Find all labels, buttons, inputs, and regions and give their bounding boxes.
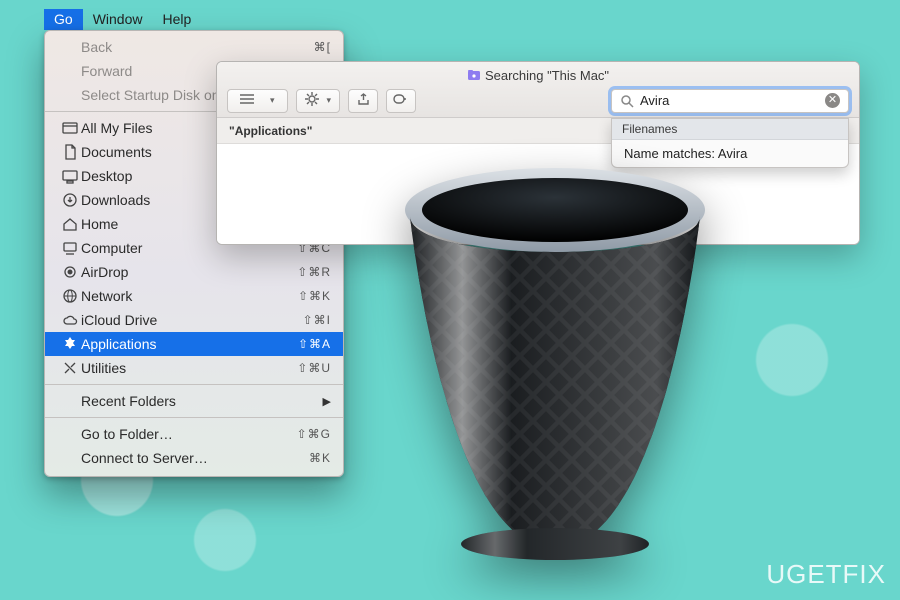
clear-search-button[interactable]: ✕ <box>825 93 840 108</box>
search-input[interactable] <box>640 93 825 108</box>
menu-item-recent-folders[interactable]: Recent Folders ▶ <box>45 389 343 413</box>
network-icon <box>59 288 81 304</box>
search-suggestions: Filenames Name matches: Avira <box>611 118 849 168</box>
menu-item-connect-to-server[interactable]: Connect to Server… ⌘K <box>45 446 343 470</box>
menu-label: Connect to Server… <box>81 450 283 466</box>
share-button[interactable] <box>348 89 378 113</box>
menu-label: Utilities <box>81 360 283 376</box>
menubar: Go Window Help <box>44 8 201 30</box>
search-field[interactable]: ✕ <box>611 89 849 113</box>
finder-window: Searching "This Mac" ▾ ▾ <box>216 61 860 245</box>
shortcut: ⇧⌘A <box>283 337 331 351</box>
documents-icon <box>59 144 81 160</box>
shortcut: ⇧⌘I <box>283 313 331 327</box>
tag-icon <box>393 93 409 108</box>
shortcut: ⇧⌘G <box>283 427 331 441</box>
menu-item-utilities[interactable]: Utilities ⇧⌘U <box>45 356 343 380</box>
chevron-down-icon: ▾ <box>266 95 279 106</box>
menu-item-network[interactable]: Network ⇧⌘K <box>45 284 343 308</box>
menu-go[interactable]: Go <box>44 9 83 30</box>
menu-window[interactable]: Window <box>83 9 153 30</box>
shortcut: ⇧⌘R <box>283 265 331 279</box>
view-mode-button[interactable]: ▾ <box>227 89 288 113</box>
menu-item-icloud[interactable]: iCloud Drive ⇧⌘I <box>45 308 343 332</box>
search-icon <box>620 94 634 108</box>
computer-icon <box>59 240 81 256</box>
utilities-icon <box>59 360 81 376</box>
gear-icon <box>305 92 319 109</box>
menu-label: Recent Folders <box>81 393 331 409</box>
home-icon <box>59 216 81 232</box>
separator <box>45 384 343 385</box>
menu-item-applications[interactable]: Applications ⇧⌘A <box>45 332 343 356</box>
list-view-icon <box>236 93 258 108</box>
menu-item-go-to-folder[interactable]: Go to Folder… ⇧⌘G <box>45 422 343 446</box>
scope-applications[interactable]: "Applications" <box>229 124 312 138</box>
cloud-icon <box>59 312 81 328</box>
menu-label: AirDrop <box>81 264 283 280</box>
chevron-right-icon: ▶ <box>323 395 331 408</box>
window-title-text: Searching "This Mac" <box>485 68 609 83</box>
tags-button[interactable] <box>386 89 416 113</box>
menu-label: iCloud Drive <box>81 312 283 328</box>
finder-toolbar: Searching "This Mac" ▾ ▾ <box>217 62 859 118</box>
all-my-files-icon <box>59 120 81 136</box>
window-title: Searching "This Mac" <box>217 68 859 83</box>
downloads-icon <box>59 192 81 208</box>
shortcut: ⇧⌘K <box>283 289 331 303</box>
desktop-icon <box>59 168 81 184</box>
shortcut: ⌘[ <box>283 40 331 54</box>
shortcut: ⇧⌘U <box>283 361 331 375</box>
suggestion-item[interactable]: Name matches: Avira <box>612 140 848 167</box>
chevron-down-icon: ▾ <box>327 95 332 106</box>
share-icon <box>357 93 370 109</box>
separator <box>45 417 343 418</box>
menu-help[interactable]: Help <box>152 9 201 30</box>
menu-item-airdrop[interactable]: AirDrop ⇧⌘R <box>45 260 343 284</box>
menu-item-back: Back ⌘[ <box>45 35 343 59</box>
watermark: UGETFIX <box>766 559 886 590</box>
applications-icon <box>59 336 81 352</box>
suggestions-header: Filenames <box>612 119 848 140</box>
airdrop-icon <box>59 264 81 280</box>
menu-label: Go to Folder… <box>81 426 283 442</box>
menu-label: Network <box>81 288 283 304</box>
action-gear-button[interactable]: ▾ <box>296 89 341 113</box>
shortcut: ⌘K <box>283 451 331 465</box>
menu-label: Applications <box>81 336 283 352</box>
smart-folder-icon <box>467 68 481 82</box>
menu-label: Back <box>81 39 283 55</box>
